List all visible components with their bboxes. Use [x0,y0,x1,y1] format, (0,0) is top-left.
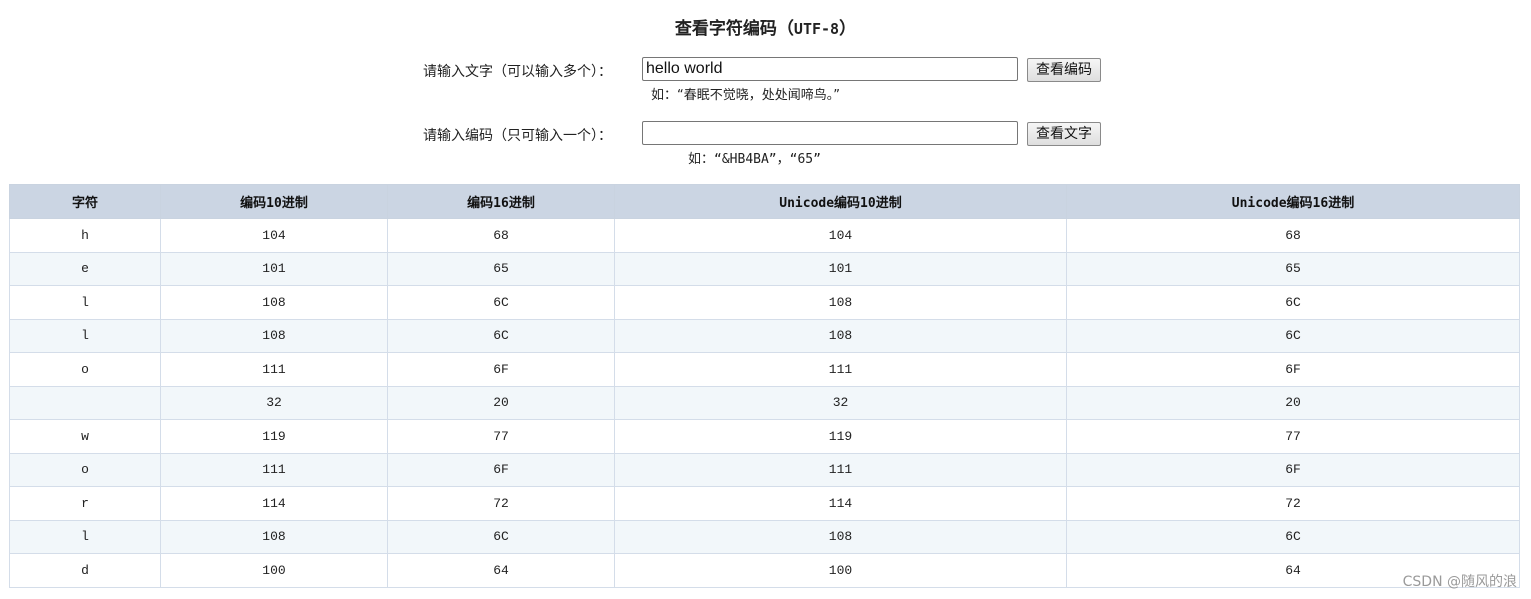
table-row: d 100 64 100 64 [9,553,1520,588]
cell-hex: 68 [387,218,615,253]
table-body: h 104 68 104 68 e 101 65 101 65 l 108 6C 108 6C l 108 6C 1… [9,218,1520,588]
cell-unicode-hex: 20 [1066,385,1520,420]
table-row: w 119 77 119 77 [9,419,1520,454]
cell-unicode-dec: 119 [614,419,1067,454]
cell-char: e [9,251,161,286]
cell-unicode-hex: 68 [1066,218,1520,253]
cell-char: l [9,318,161,353]
text-input-hint-prefix: 如： [651,88,678,103]
text-input-field[interactable] [642,57,1018,81]
cell-unicode-hex: 6C [1066,318,1520,353]
text-input-label: 请输入文字（可以输入多个）： [423,64,612,80]
header-unicode-dec: Unicode编码10进制 [614,184,1067,219]
code-input-label: 请输入编码（只可输入一个）： [423,128,612,144]
cell-hex: 6F [387,452,615,487]
page-title: 查看字符编码（UTF-8） [0,14,1531,39]
text-input-hint-example: “春眠不觉晓，处处闻啼鸟。” [677,88,840,103]
cell-dec: 101 [160,251,388,286]
cell-char: r [9,486,161,521]
table-row: l 108 6C 108 6C [9,318,1520,353]
encoding-table: 字符 编码10进制 编码16进制 Unicode编码10进制 Unicode编码… [9,184,1520,588]
cell-hex: 6C [387,519,615,554]
cell-unicode-hex: 6C [1066,519,1520,554]
cell-dec: 114 [160,486,388,521]
page: 查看字符编码（UTF-8） 请输入文字（可以输入多个）： 查看编码 如：“春眠不… [0,0,1531,599]
cell-unicode-hex: 65 [1066,251,1520,286]
cell-hex: 77 [387,419,615,454]
text-input-hint: 如：“春眠不觉晓，处处闻啼鸟。” [651,84,840,103]
cell-unicode-dec: 100 [614,553,1067,588]
cell-char: l [9,519,161,554]
cell-dec: 32 [160,385,388,420]
table-row: o 111 6F 111 6F [9,352,1520,387]
cell-unicode-hex: 72 [1066,486,1520,521]
cell-unicode-hex: 77 [1066,419,1520,454]
cell-unicode-dec: 104 [614,218,1067,253]
cell-unicode-dec: 101 [614,251,1067,286]
cell-dec: 111 [160,352,388,387]
cell-char: d [9,553,161,588]
code-input-hint-prefix: 如： [688,152,715,167]
cell-unicode-dec: 111 [614,452,1067,487]
cell-char: w [9,419,161,454]
cell-hex: 20 [387,385,615,420]
view-text-button[interactable]: 查看文字 [1027,122,1101,146]
code-input-hint-example: “&HB4BA”，“65” [714,152,821,167]
cell-dec: 108 [160,318,388,353]
cell-dec: 119 [160,419,388,454]
cell-hex: 6C [387,285,615,320]
cell-hex: 72 [387,486,615,521]
cell-unicode-hex: 6F [1066,352,1520,387]
view-code-button[interactable]: 查看编码 [1027,58,1101,82]
header-unicode-hex: Unicode编码16进制 [1066,184,1520,219]
cell-unicode-hex: 6F [1066,452,1520,487]
cell-hex: 6C [387,318,615,353]
cell-unicode-dec: 111 [614,352,1067,387]
code-input-hint: 如：“&HB4BA”，“65” [688,148,821,167]
table-row: 32 20 32 20 [9,385,1520,420]
header-char: 字符 [9,184,161,219]
page-title-close: ） [839,19,857,39]
cell-hex: 64 [387,553,615,588]
table-row: h 104 68 104 68 [9,218,1520,253]
cell-hex: 6F [387,352,615,387]
cell-dec: 104 [160,218,388,253]
cell-unicode-dec: 114 [614,486,1067,521]
table-row: o 111 6F 111 6F [9,452,1520,487]
watermark: CSDN @随风的浪 [1402,574,1517,590]
code-input-field[interactable] [642,121,1018,145]
cell-char: l [9,285,161,320]
page-title-text: 查看字符编码（ [674,19,794,39]
cell-char: o [9,352,161,387]
cell-hex: 65 [387,251,615,286]
cell-unicode-hex: 6C [1066,285,1520,320]
table-row: r 114 72 114 72 [9,486,1520,521]
table-row: e 101 65 101 65 [9,251,1520,286]
header-dec: 编码10进制 [160,184,388,219]
cell-unicode-dec: 108 [614,519,1067,554]
cell-dec: 111 [160,452,388,487]
cell-dec: 108 [160,285,388,320]
page-title-encoding: UTF-8 [793,20,840,38]
table-header-row: 字符 编码10进制 编码16进制 Unicode编码10进制 Unicode编码… [9,184,1520,219]
cell-char [9,385,161,420]
cell-char: h [9,218,161,253]
cell-dec: 100 [160,553,388,588]
cell-unicode-dec: 108 [614,285,1067,320]
header-hex: 编码16进制 [387,184,615,219]
cell-dec: 108 [160,519,388,554]
table-row: l 108 6C 108 6C [9,285,1520,320]
table-row: l 108 6C 108 6C [9,519,1520,554]
cell-char: o [9,452,161,487]
cell-unicode-dec: 32 [614,385,1067,420]
cell-unicode-dec: 108 [614,318,1067,353]
